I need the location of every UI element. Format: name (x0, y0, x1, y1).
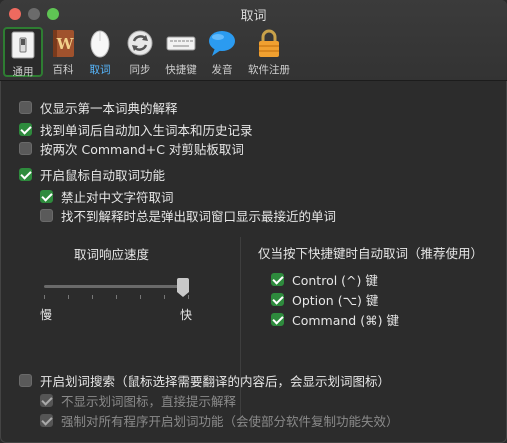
double-copy-label: 按两次 Command+C 对剪贴板取词 (40, 141, 244, 157)
slider-tick (44, 295, 45, 299)
wiki-book-icon: W (47, 27, 79, 59)
tab-wiki-label: 百科 (52, 64, 74, 76)
option-auto-add[interactable]: 找到单词后自动加入生词本和历史记录 (19, 120, 253, 138)
section-divider (240, 237, 241, 427)
tab-general-label: 通用 (12, 66, 34, 78)
selection-search-checkbox[interactable] (19, 373, 32, 387)
titlebar: 取词 通用 W 百科 取词 同步 快捷键 发音 软件注册 (0, 0, 507, 81)
show-nearest-checkbox[interactable] (40, 208, 53, 222)
speech-bubble-icon (206, 27, 238, 59)
tab-pronunciation[interactable]: 发音 (202, 27, 242, 77)
sync-icon (124, 27, 156, 59)
control-key-checkbox[interactable] (271, 272, 284, 286)
show-nearest-label: 找不到解释时总是弹出取词窗口显示最接近的单词 (61, 208, 337, 224)
no-icon-checkbox (40, 393, 53, 407)
tab-shortcuts-label: 快捷键 (165, 64, 197, 76)
tab-registration-label: 软件注册 (248, 64, 290, 76)
slider-tick (188, 295, 189, 299)
selection-search-label: 开启划词搜索（鼠标选择需要翻译的内容后，会显示划词图标） (40, 373, 391, 389)
hotkey-title: 仅当按下快捷键时自动取词（推荐使用） (258, 246, 484, 261)
svg-text:W: W (56, 35, 75, 53)
speed-min-label: 慢 (40, 308, 53, 322)
option-show-nearest[interactable]: 找不到解释时总是弹出取词窗口显示最接近的单词 (40, 206, 336, 224)
preferences-window: 取词 通用 W 百科 取词 同步 快捷键 发音 软件注册 仅显示第一本词典的解释… (0, 0, 507, 443)
option-option-key[interactable]: Option (⌥) 键 (271, 290, 378, 308)
slider-tick (68, 295, 69, 299)
option-double-copy[interactable]: 按两次 Command+C 对剪贴板取词 (19, 139, 244, 157)
auto-add-checkbox[interactable] (19, 122, 32, 136)
tab-registration[interactable]: 软件注册 (248, 27, 290, 77)
no-chinese-checkbox[interactable] (40, 189, 53, 203)
slider-tick (140, 295, 141, 299)
option-selection-search[interactable]: 开启划词搜索（鼠标选择需要翻译的内容后，会显示划词图标） (19, 371, 390, 389)
option-no-icon: 不显示划词图标，直接提示解释 (40, 391, 236, 409)
speed-title: 取词响应速度 (74, 247, 150, 262)
capture-settings-pane: 仅显示第一本词典的解释 找到单词后自动加入生词本和历史记录 按两次 Comman… (0, 81, 507, 443)
option-first-dict[interactable]: 仅显示第一本词典的解释 (19, 98, 178, 116)
tab-general[interactable]: 通用 (3, 27, 43, 78)
window-title: 取词 (240, 9, 267, 24)
command-key-checkbox[interactable] (271, 312, 284, 326)
speed-slider-knob[interactable] (177, 278, 189, 297)
slider-tick (164, 295, 165, 299)
option-no-chinese[interactable]: 禁止对中文字符取词 (40, 187, 174, 205)
tab-capture[interactable]: 取词 (80, 27, 120, 77)
mouse-capture-checkbox[interactable] (19, 167, 32, 181)
tab-shortcuts[interactable]: 快捷键 (161, 27, 201, 77)
first-dict-checkbox[interactable] (19, 100, 32, 114)
tab-pronunciation-label: 发音 (211, 64, 233, 76)
tab-sync[interactable]: 同步 (120, 27, 160, 77)
command-key-label: Command (⌘) 键 (292, 312, 399, 328)
auto-add-label: 找到单词后自动加入生词本和历史记录 (40, 122, 253, 138)
switch-icon (7, 29, 39, 61)
keyboard-icon (165, 27, 197, 59)
option-key-label: Option (⌥) 键 (292, 292, 379, 308)
lock-icon (253, 27, 285, 59)
no-chinese-label: 禁止对中文字符取词 (61, 189, 174, 205)
option-mouse-capture[interactable]: 开启鼠标自动取词功能 (19, 165, 165, 183)
tab-capture-label: 取词 (89, 64, 111, 76)
tab-wiki[interactable]: W 百科 (43, 27, 83, 77)
no-icon-label: 不显示划词图标，直接提示解释 (61, 393, 237, 409)
force-all-checkbox (40, 413, 53, 427)
option-force-all: 强制对所有程序开启划词功能（会使部分软件复制功能失效） (40, 411, 399, 429)
double-copy-checkbox[interactable] (19, 141, 32, 155)
slider-tick (116, 295, 117, 299)
mouse-capture-label: 开启鼠标自动取词功能 (40, 167, 166, 183)
slider-tick (92, 295, 93, 299)
first-dict-label: 仅显示第一本词典的解释 (40, 100, 178, 116)
option-control-key[interactable]: Control (^) 键 (271, 270, 378, 288)
speed-slider[interactable] (44, 278, 189, 297)
control-key-label: Control (^) 键 (292, 272, 378, 288)
mouse-icon (84, 27, 116, 59)
force-all-label: 强制对所有程序开启划词功能（会使部分软件复制功能失效） (61, 413, 399, 429)
speed-max-label: 快 (180, 308, 193, 322)
option-key-checkbox[interactable] (271, 292, 284, 306)
option-command-key[interactable]: Command (⌘) 键 (271, 310, 399, 328)
tab-sync-label: 同步 (129, 64, 151, 76)
